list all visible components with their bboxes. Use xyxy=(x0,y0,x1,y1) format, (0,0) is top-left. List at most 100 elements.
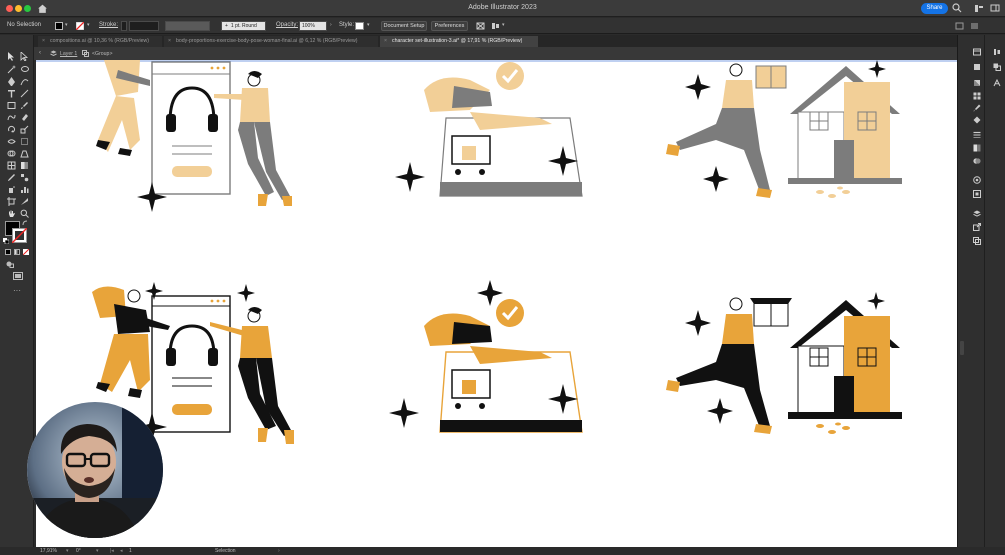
zoom-tool-icon[interactable] xyxy=(20,209,29,218)
opacity-dropdown-icon[interactable]: › xyxy=(330,22,332,28)
libraries-panel-icon[interactable] xyxy=(973,63,981,71)
stroke-color-box[interactable] xyxy=(12,228,27,243)
shape-builder-tool-icon[interactable] xyxy=(7,149,16,158)
zoom-dropdown-icon[interactable]: ▾ xyxy=(66,548,69,554)
color-panel-icon[interactable] xyxy=(973,79,981,87)
default-fill-stroke-icon[interactable] xyxy=(3,238,9,244)
shaper-tool-icon[interactable] xyxy=(7,113,16,122)
artboard-number[interactable]: 1 xyxy=(129,548,132,554)
curvature-tool-icon[interactable] xyxy=(20,77,29,86)
zoom-level[interactable]: 17,91% xyxy=(40,548,57,554)
type-tool-icon[interactable] xyxy=(7,89,16,98)
eraser-tool-icon[interactable] xyxy=(20,113,29,122)
tab-character-set[interactable]: × character set-illustration-3.ai* @ 17,9… xyxy=(380,36,538,47)
scale-tool-icon[interactable] xyxy=(20,125,29,134)
dock-collapse-handle[interactable] xyxy=(960,341,964,355)
align-panel-icon[interactable] xyxy=(993,48,1001,56)
fill-dropdown-icon[interactable]: ▾ xyxy=(65,22,68,28)
perspective-grid-tool-icon[interactable] xyxy=(20,149,29,158)
panel-menu-icon[interactable] xyxy=(970,22,979,30)
style-dropdown-icon[interactable]: ▾ xyxy=(367,22,370,28)
swatches-panel-icon[interactable] xyxy=(973,92,981,100)
lasso-tool-icon[interactable] xyxy=(20,65,29,74)
stroke-swatch[interactable] xyxy=(76,22,84,30)
illustration-delivery-house-bottom[interactable] xyxy=(666,292,902,434)
screen-mode-icon[interactable] xyxy=(13,272,23,280)
close-tab-icon[interactable]: × xyxy=(168,36,171,47)
width-tool-icon[interactable] xyxy=(7,137,16,146)
hand-tool-icon[interactable] xyxy=(7,209,16,218)
blend-tool-icon[interactable] xyxy=(20,173,29,182)
pathfinder-panel-icon[interactable] xyxy=(993,63,1001,71)
paintbrush-tool-icon[interactable] xyxy=(20,101,29,110)
free-transform-tool-icon[interactable] xyxy=(20,137,29,146)
brushes-panel-icon[interactable] xyxy=(973,104,981,112)
opacity-field[interactable]: 100% xyxy=(299,21,327,31)
direct-selection-tool-icon[interactable] xyxy=(20,52,29,61)
breadcrumb-layer[interactable]: Layer 1 xyxy=(60,51,77,57)
status-menu-icon[interactable]: › xyxy=(278,548,280,554)
close-tab-icon[interactable]: × xyxy=(42,36,45,47)
opacity-label[interactable]: Opacity: xyxy=(276,22,298,28)
tab-body-proportions[interactable]: × body-proportions-exercise-body-pose-wom… xyxy=(164,36,378,47)
align-dropdown-icon[interactable]: ▾ xyxy=(502,22,505,28)
illustration-shopping-cart-bottom[interactable] xyxy=(389,280,583,433)
share-button[interactable]: Share xyxy=(921,3,948,14)
appearance-panel-icon[interactable] xyxy=(973,176,981,184)
workspace-icon[interactable] xyxy=(990,3,1000,13)
fill-swatch[interactable] xyxy=(55,22,63,30)
document-setup-button[interactable]: Document Setup xyxy=(381,21,427,31)
stroke-weight-stepper[interactable] xyxy=(121,21,127,31)
illustration-shopping-cart-top[interactable] xyxy=(395,62,583,197)
layers-panel-icon[interactable] xyxy=(973,210,981,218)
gradient-tool-icon[interactable] xyxy=(20,161,29,170)
swap-fill-stroke-icon[interactable] xyxy=(22,220,28,226)
illustration-delivery-house-top[interactable] xyxy=(666,60,902,198)
preferences-button[interactable]: Preferences xyxy=(431,21,468,31)
color-mode-color[interactable] xyxy=(5,249,11,255)
column-graph-tool-icon[interactable] xyxy=(20,185,29,194)
rotate-tool-icon[interactable] xyxy=(7,125,16,134)
eyedropper-tool-icon[interactable] xyxy=(7,173,16,182)
slice-tool-icon[interactable] xyxy=(20,197,29,206)
artboards-panel-icon[interactable] xyxy=(973,237,981,245)
close-tab-icon[interactable]: × xyxy=(384,36,387,47)
arrange-documents-icon[interactable] xyxy=(974,3,984,13)
gradient-panel-icon[interactable] xyxy=(973,144,981,152)
tab-compositions[interactable]: × compositions.ai @ 10,36 % (RGB/Preview) xyxy=(38,36,162,47)
align-icon[interactable] xyxy=(491,22,500,30)
symbol-sprayer-tool-icon[interactable] xyxy=(7,185,16,194)
variable-width-profile[interactable] xyxy=(165,21,210,31)
illustration-headphones-top[interactable] xyxy=(96,60,292,212)
line-segment-tool-icon[interactable] xyxy=(20,89,29,98)
graphic-style-swatch[interactable] xyxy=(355,22,364,30)
mesh-tool-icon[interactable] xyxy=(7,161,16,170)
panel-options-icon[interactable] xyxy=(955,22,964,30)
magic-wand-tool-icon[interactable] xyxy=(7,65,16,74)
artboard-tool-icon[interactable] xyxy=(7,197,16,206)
selection-tool-icon[interactable] xyxy=(7,52,16,61)
back-arrow-icon[interactable]: ‹ xyxy=(39,50,41,56)
stroke-weight-field[interactable] xyxy=(129,21,159,31)
export-panel-icon[interactable] xyxy=(973,223,981,231)
previous-artboard-icon[interactable]: ◂ xyxy=(120,548,123,554)
transparency-panel-icon[interactable] xyxy=(973,157,981,165)
first-artboard-icon[interactable]: |◂ xyxy=(110,548,114,554)
transform-icon[interactable] xyxy=(476,22,485,30)
brush-definition-dropdown[interactable]: +1 pt. Round xyxy=(221,21,266,31)
color-mode-gradient[interactable] xyxy=(14,249,20,255)
artboard-canvas[interactable] xyxy=(36,60,957,547)
color-mode-none[interactable] xyxy=(23,249,29,255)
search-icon[interactable] xyxy=(952,3,962,13)
rectangle-tool-icon[interactable] xyxy=(7,101,16,110)
graphic-styles-panel-icon[interactable] xyxy=(973,190,981,198)
draw-mode-icon[interactable] xyxy=(6,261,14,268)
stroke-panel-icon[interactable] xyxy=(973,131,981,139)
character-panel-icon[interactable] xyxy=(993,79,1001,87)
rotation-view[interactable]: 0° xyxy=(76,548,81,554)
symbols-panel-icon[interactable] xyxy=(973,116,981,124)
edit-toolbar-icon[interactable]: ··· xyxy=(13,286,21,295)
rotation-dropdown-icon[interactable]: ▾ xyxy=(96,548,99,554)
breadcrumb-group[interactable]: <Group> xyxy=(92,51,112,57)
stroke-dropdown-icon[interactable]: ▾ xyxy=(87,22,90,28)
